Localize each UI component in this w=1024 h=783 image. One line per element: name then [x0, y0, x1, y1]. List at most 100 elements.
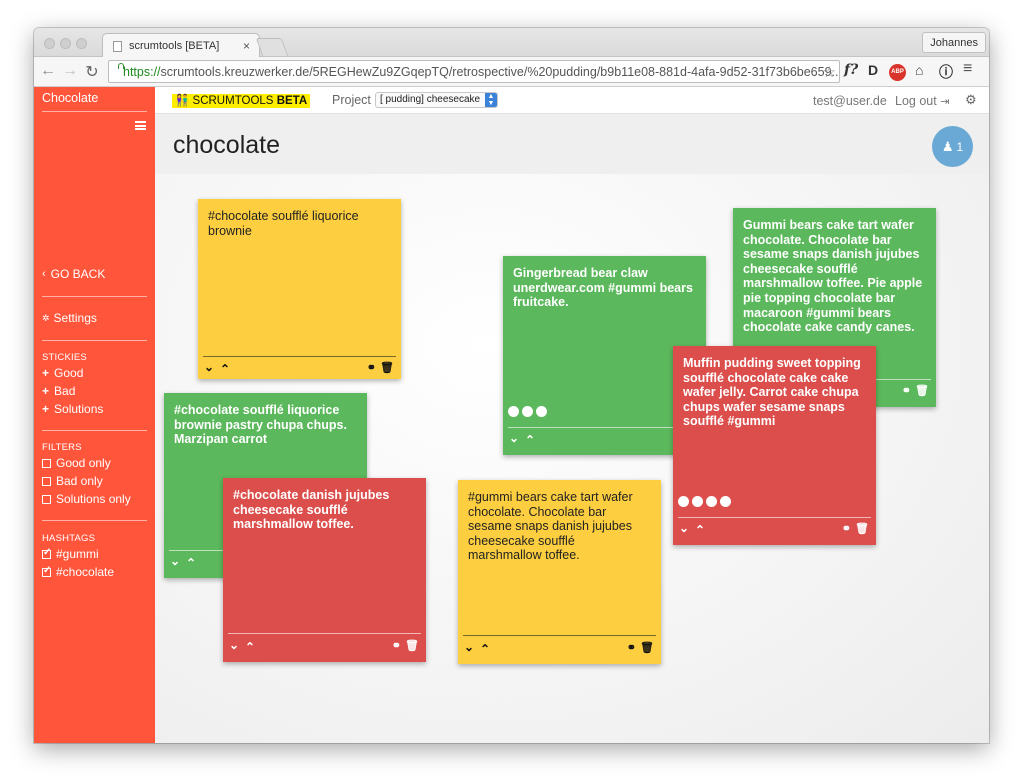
checkbox-icon — [42, 458, 51, 468]
add-good-sticky[interactable]: + Good — [42, 366, 83, 380]
reload-icon[interactable]: ↻ — [82, 62, 102, 82]
filter-solutions-only[interactable]: Solutions only — [42, 492, 131, 506]
profile-button[interactable]: Johannes — [922, 32, 986, 53]
filters-header: FILTERS — [42, 442, 82, 453]
close-window-button[interactable] — [44, 38, 55, 49]
trash-icon[interactable]: 🗑 — [380, 361, 395, 374]
back-arrow-icon[interactable]: ← — [38, 62, 58, 80]
link-icon[interactable]: ⚭ — [627, 641, 637, 654]
chrome-menu-icon[interactable]: ≡ — [963, 60, 972, 78]
gear-icon[interactable]: ⚙ — [965, 92, 977, 108]
filter-bad-only[interactable]: Bad only — [42, 474, 103, 488]
app: Chocolate ‹ GO BACK ✲ Settings STICKIES … — [34, 87, 989, 743]
divider — [42, 430, 147, 431]
go-back-link[interactable]: ‹ GO BACK — [42, 267, 105, 281]
vote-down-icon[interactable]: ⌄ — [170, 554, 181, 568]
add-bad-sticky[interactable]: + Bad — [42, 384, 75, 398]
forward-arrow-icon[interactable]: → — [60, 62, 80, 80]
vote-dots — [678, 496, 734, 507]
trash-icon[interactable]: 🗑 — [915, 384, 930, 397]
sticky-note[interactable]: #gummi bears cake tart wafer chocolate. … — [458, 480, 661, 664]
address-bar[interactable]: https:// scrumtools.kreuzwerker.de/5REGH… — [108, 60, 840, 83]
vote-down-icon[interactable]: ⌄ — [229, 638, 240, 652]
brand-logo[interactable]: 👫 SCRUMTOOLS BETA — [172, 94, 311, 108]
pocket-icon[interactable]: ⌂ — [915, 62, 923, 78]
sticky-text[interactable]: Muffin pudding sweet topping soufflé cho… — [683, 356, 866, 429]
vote-up-icon[interactable]: ⌃ — [695, 523, 706, 537]
tab-close-icon[interactable]: × — [243, 39, 250, 53]
divider — [42, 520, 147, 521]
online-users-badge[interactable]: ♟ 1 — [932, 126, 973, 167]
info-icon[interactable]: ⓘ — [939, 62, 953, 82]
filter-good-only[interactable]: Good only — [42, 456, 111, 470]
add-solutions-sticky[interactable]: + Solutions — [42, 402, 103, 416]
document-icon — [113, 40, 122, 52]
hashtag-gummi[interactable]: #gummi — [42, 547, 99, 561]
divider — [42, 111, 147, 112]
sticky-note[interactable]: #chocolate danish jujubes cheesecake sou… — [223, 478, 426, 662]
sticky-text[interactable]: Gingerbread bear claw unerdwear.com #gum… — [513, 266, 696, 310]
link-icon[interactable]: ⚭ — [367, 361, 377, 374]
trash-icon[interactable]: 🗑 — [640, 641, 655, 654]
bookmark-star-icon[interactable]: ☆ — [823, 63, 836, 81]
url-scheme: https:// — [123, 64, 161, 79]
trash-icon[interactable]: 🗑 — [855, 522, 870, 535]
link-icon[interactable]: ⚭ — [392, 639, 402, 652]
sticky-text[interactable]: #chocolate soufflé liquorice brownie — [208, 209, 391, 238]
minimize-window-button[interactable] — [60, 38, 71, 49]
plus-icon: + — [42, 402, 50, 416]
sticky-text[interactable]: #chocolate danish jujubes cheesecake sou… — [233, 488, 416, 532]
vote-dots — [508, 406, 550, 417]
title-bar: chocolate ♟ 1 — [155, 114, 989, 174]
sticky-note[interactable]: #chocolate soufflé liquorice brownie ⌄ ⌃… — [198, 199, 401, 379]
link-icon[interactable]: ⚭ — [842, 522, 852, 535]
sticky-board: #chocolate soufflé liquorice brownie ⌄ ⌃… — [155, 174, 989, 743]
vote-up-icon[interactable]: ⌃ — [220, 362, 231, 376]
hamburger-menu-icon[interactable] — [135, 121, 146, 130]
project-label: Project — [332, 93, 371, 107]
divider — [463, 635, 656, 636]
vote-up-icon[interactable]: ⌃ — [245, 640, 256, 654]
stickies-header: STICKIES — [42, 352, 87, 363]
vote-down-icon[interactable]: ⌄ — [464, 640, 475, 654]
people-icon: 👫 — [175, 95, 190, 107]
chevron-left-icon: ‹ — [42, 268, 46, 280]
trash-icon[interactable]: 🗑 — [405, 639, 420, 652]
settings-link[interactable]: ✲ Settings — [42, 311, 97, 325]
divider — [203, 356, 396, 357]
url-text: scrumtools.kreuzwerker.de/5REGHewZu9ZGqe… — [160, 64, 840, 79]
tab-strip: scrumtools [BETA] × Johannes — [34, 28, 989, 58]
checkbox-icon — [42, 494, 51, 504]
checkbox-icon — [42, 476, 51, 486]
vote-up-icon[interactable]: ⌃ — [186, 556, 197, 570]
sidebar-title: Chocolate — [42, 91, 99, 105]
new-tab-button[interactable] — [255, 38, 289, 56]
plus-icon: + — [42, 366, 50, 380]
user-email: test@user.de — [813, 94, 887, 108]
adblock-icon[interactable]: ABP — [889, 64, 906, 81]
sticky-text[interactable]: #gummi bears cake tart wafer chocolate. … — [468, 490, 651, 563]
checkbox-checked-icon — [42, 547, 51, 559]
vote-down-icon[interactable]: ⌄ — [509, 431, 520, 445]
sticky-text[interactable]: Gummi bears cake tart wafer chocolate. C… — [743, 218, 926, 335]
zoom-window-button[interactable] — [76, 38, 87, 49]
link-icon[interactable]: ⚭ — [902, 384, 912, 397]
fonts-extension-icon[interactable]: f? — [844, 62, 858, 78]
top-navbar: 👫 SCRUMTOOLS BETA Project [ pudding] che… — [155, 87, 989, 114]
divider — [228, 633, 421, 634]
divider — [42, 296, 147, 297]
project-select[interactable]: [ pudding] cheesecake ▲ ▼ — [375, 92, 498, 108]
vote-down-icon[interactable]: ⌄ — [679, 521, 690, 535]
sticky-text[interactable]: #chocolate soufflé liquorice brownie pas… — [174, 403, 357, 447]
plus-icon: + — [42, 384, 50, 398]
browser-tab[interactable]: scrumtools [BETA] × — [102, 33, 260, 58]
logout-link[interactable]: Log out ⇥ — [895, 94, 949, 108]
vote-up-icon[interactable]: ⌃ — [525, 433, 536, 447]
hashtag-chocolate[interactable]: #chocolate — [42, 565, 114, 579]
vote-up-icon[interactable]: ⌃ — [480, 642, 491, 656]
checkbox-checked-icon — [42, 565, 51, 577]
vote-down-icon[interactable]: ⌄ — [204, 360, 215, 374]
sticky-note[interactable]: Muffin pudding sweet topping soufflé cho… — [673, 346, 876, 545]
d-extension-icon[interactable]: D — [868, 62, 878, 78]
person-icon: ♟ — [941, 138, 954, 154]
